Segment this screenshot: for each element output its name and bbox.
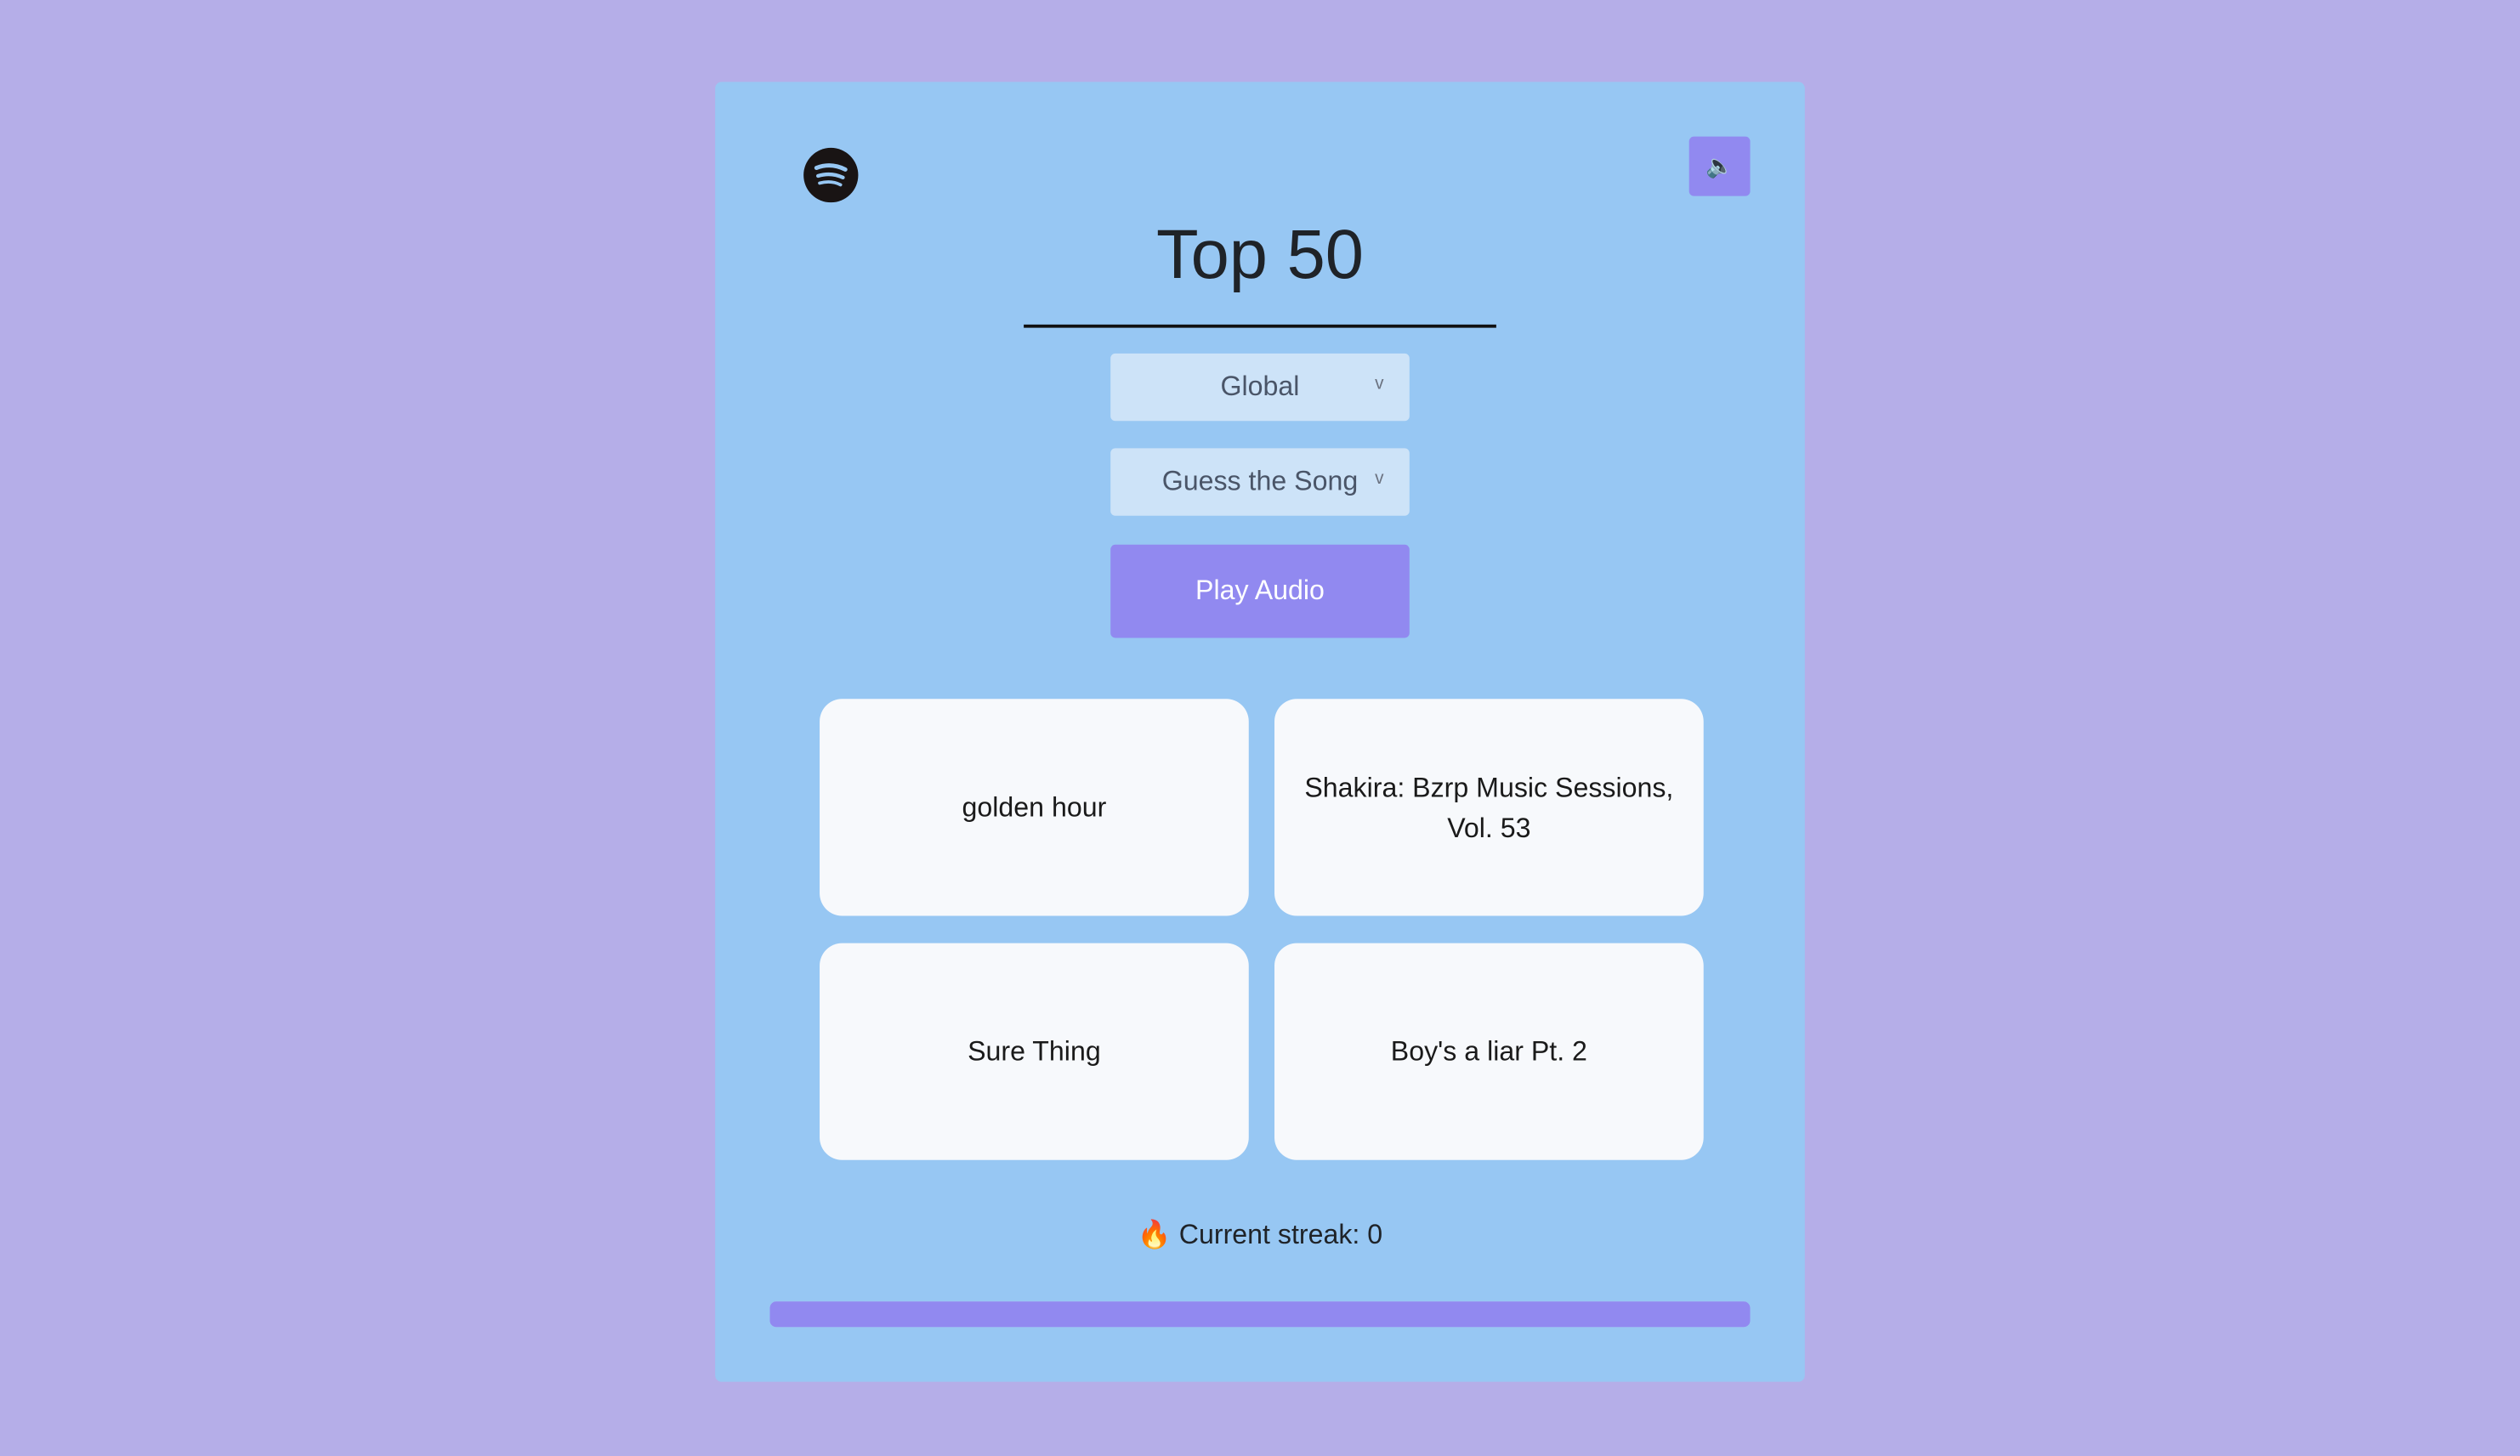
answer-option[interactable]: Sure Thing (820, 943, 1249, 1160)
answer-label: Sure Thing (968, 1036, 1101, 1068)
page-title: Top 50 (1155, 217, 1365, 294)
answer-label: Shakira: Bzrp Music Sessions, Vol. 53 (1304, 772, 1674, 843)
region-select-value: Global (1220, 371, 1300, 402)
spotify-logo-icon (803, 147, 859, 203)
answer-option[interactable]: golden hour (820, 699, 1249, 916)
speaker-icon: 🔈 (1706, 152, 1734, 178)
game-card: 🔈 Top 50 Global v Guess the Song v Play … (715, 82, 1805, 1382)
answer-label: golden hour (962, 791, 1107, 823)
mode-select-value: Guess the Song (1161, 466, 1359, 497)
progress-fill (769, 1301, 1751, 1328)
play-audio-button[interactable]: Play Audio (1110, 544, 1410, 638)
sound-toggle-button[interactable]: 🔈 (1689, 136, 1751, 196)
streak-label: Current streak: 0 (1178, 1219, 1383, 1250)
streak-counter: 🔥 Current streak: 0 (715, 1220, 1805, 1252)
fire-icon: 🔥 (1137, 1219, 1172, 1250)
progress-bar (769, 1301, 1751, 1328)
mode-select[interactable]: Guess the Song v (1110, 448, 1410, 516)
title-divider (1024, 324, 1496, 327)
chevron-down-icon: v (1375, 468, 1384, 489)
chevron-down-icon: v (1375, 374, 1384, 394)
answer-label: Boy's a liar Pt. 2 (1390, 1036, 1587, 1068)
region-select[interactable]: Global v (1110, 353, 1410, 422)
answer-option[interactable]: Boy's a liar Pt. 2 (1274, 943, 1704, 1160)
answer-option[interactable]: Shakira: Bzrp Music Sessions, Vol. 53 (1274, 699, 1704, 916)
